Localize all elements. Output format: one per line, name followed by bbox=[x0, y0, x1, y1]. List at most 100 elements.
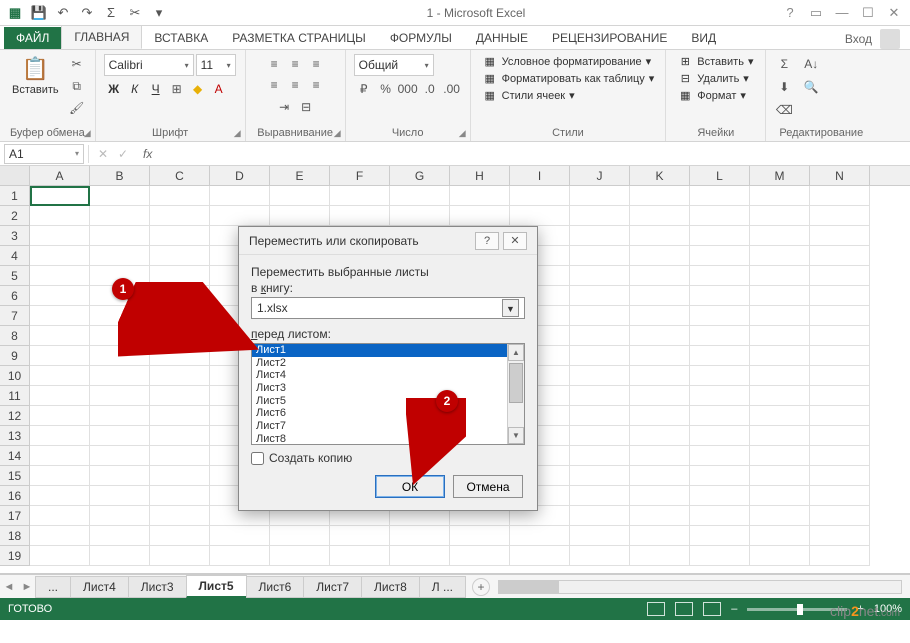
row-header[interactable]: 8 bbox=[0, 326, 30, 346]
cell[interactable] bbox=[510, 206, 570, 226]
close-icon[interactable]: ✕ bbox=[882, 3, 906, 23]
row-header[interactable]: 13 bbox=[0, 426, 30, 446]
cell[interactable] bbox=[690, 426, 750, 446]
cell[interactable] bbox=[750, 446, 810, 466]
cell[interactable] bbox=[150, 446, 210, 466]
cell[interactable] bbox=[630, 426, 690, 446]
list-item[interactable]: Лист3 bbox=[252, 382, 507, 395]
row-header[interactable]: 3 bbox=[0, 226, 30, 246]
cell[interactable] bbox=[690, 266, 750, 286]
sheet-nav-prev[interactable]: ◄ bbox=[0, 581, 18, 593]
merge-button[interactable]: ⊟ bbox=[296, 97, 316, 117]
align-center-button[interactable]: ≡ bbox=[285, 75, 305, 95]
cell[interactable] bbox=[570, 206, 630, 226]
cell[interactable] bbox=[630, 486, 690, 506]
cell[interactable] bbox=[750, 526, 810, 546]
cell[interactable] bbox=[150, 486, 210, 506]
cell[interactable] bbox=[690, 246, 750, 266]
cell[interactable] bbox=[630, 346, 690, 366]
col-header[interactable]: E bbox=[270, 166, 330, 185]
cell[interactable] bbox=[810, 286, 870, 306]
cell[interactable] bbox=[30, 306, 90, 326]
create-copy-checkbox[interactable]: Создать копию bbox=[251, 451, 525, 465]
cell[interactable] bbox=[30, 186, 90, 206]
cell[interactable] bbox=[810, 326, 870, 346]
cell[interactable] bbox=[690, 346, 750, 366]
delete-cells-button[interactable]: ⊟Удалить ▾ bbox=[674, 71, 756, 86]
cell[interactable] bbox=[90, 386, 150, 406]
row-header[interactable]: 15 bbox=[0, 466, 30, 486]
row-header[interactable]: 9 bbox=[0, 346, 30, 366]
cell[interactable] bbox=[150, 426, 210, 446]
cell[interactable] bbox=[210, 186, 270, 206]
row-header[interactable]: 11 bbox=[0, 386, 30, 406]
cell[interactable] bbox=[810, 506, 870, 526]
cell[interactable] bbox=[750, 366, 810, 386]
cell[interactable] bbox=[30, 326, 90, 346]
cell[interactable] bbox=[570, 266, 630, 286]
cell[interactable] bbox=[810, 466, 870, 486]
row-header[interactable]: 12 bbox=[0, 406, 30, 426]
scroll-up-icon[interactable]: ▲ bbox=[508, 344, 524, 361]
row-header[interactable]: 10 bbox=[0, 366, 30, 386]
tab-formulas[interactable]: ФОРМУЛЫ bbox=[378, 27, 464, 49]
cell[interactable] bbox=[30, 466, 90, 486]
list-item[interactable]: Лист6 bbox=[252, 407, 507, 420]
tab-view[interactable]: ВИД bbox=[679, 27, 728, 49]
sheet-tab[interactable]: Лист7 bbox=[303, 576, 362, 598]
list-item[interactable]: Лист4 bbox=[252, 369, 507, 382]
row-header[interactable]: 18 bbox=[0, 526, 30, 546]
cell[interactable] bbox=[150, 386, 210, 406]
cell[interactable] bbox=[30, 226, 90, 246]
format-cells-button[interactable]: ▦Формат ▾ bbox=[674, 88, 756, 103]
zoom-out-icon[interactable]: – bbox=[731, 603, 737, 615]
cell[interactable] bbox=[330, 186, 390, 206]
cell[interactable] bbox=[150, 246, 210, 266]
cell[interactable] bbox=[750, 466, 810, 486]
cell[interactable] bbox=[570, 546, 630, 566]
cell[interactable] bbox=[90, 446, 150, 466]
row-header[interactable]: 4 bbox=[0, 246, 30, 266]
cell[interactable] bbox=[570, 246, 630, 266]
cell[interactable] bbox=[570, 326, 630, 346]
name-box[interactable]: A1▾ bbox=[4, 144, 84, 164]
col-header[interactable]: H bbox=[450, 166, 510, 185]
font-name-combo[interactable]: Calibri▾ bbox=[104, 54, 194, 76]
cell[interactable] bbox=[150, 526, 210, 546]
undo-icon[interactable]: ↶ bbox=[54, 4, 72, 22]
border-button[interactable]: ⊞ bbox=[167, 79, 187, 99]
col-header[interactable]: L bbox=[690, 166, 750, 185]
col-header[interactable]: D bbox=[210, 166, 270, 185]
tab-review[interactable]: РЕЦЕНЗИРОВАНИЕ bbox=[540, 27, 679, 49]
cell[interactable] bbox=[750, 486, 810, 506]
dec-decimal-button[interactable]: .00 bbox=[442, 79, 462, 99]
row-header[interactable]: 5 bbox=[0, 266, 30, 286]
cell[interactable] bbox=[90, 526, 150, 546]
cell[interactable] bbox=[630, 306, 690, 326]
cell[interactable] bbox=[270, 186, 330, 206]
cell[interactable] bbox=[570, 426, 630, 446]
cell[interactable] bbox=[630, 226, 690, 246]
cell-styles-button[interactable]: ▦Стили ячеек ▾ bbox=[479, 88, 658, 103]
cell[interactable] bbox=[30, 526, 90, 546]
dialog-titlebar[interactable]: Переместить или скопировать ? ✕ bbox=[239, 227, 537, 255]
enter-formula-icon[interactable]: ✓ bbox=[113, 144, 133, 164]
clear-button[interactable]: ⌫ bbox=[774, 100, 794, 120]
select-all-corner[interactable] bbox=[0, 166, 30, 185]
cell[interactable] bbox=[630, 286, 690, 306]
align-right-button[interactable]: ≡ bbox=[306, 75, 326, 95]
cell[interactable] bbox=[570, 486, 630, 506]
qat-more-icon[interactable]: ▾ bbox=[150, 4, 168, 22]
cell[interactable] bbox=[150, 306, 210, 326]
cell[interactable] bbox=[690, 186, 750, 206]
col-header[interactable]: K bbox=[630, 166, 690, 185]
cell[interactable] bbox=[630, 446, 690, 466]
cell[interactable] bbox=[690, 226, 750, 246]
cell[interactable] bbox=[210, 526, 270, 546]
cell[interactable] bbox=[810, 486, 870, 506]
cut-icon[interactable]: ✂ bbox=[126, 4, 144, 22]
cell[interactable] bbox=[750, 506, 810, 526]
cell[interactable] bbox=[390, 546, 450, 566]
number-format-combo[interactable]: Общий▾ bbox=[354, 54, 434, 76]
cell[interactable] bbox=[810, 386, 870, 406]
